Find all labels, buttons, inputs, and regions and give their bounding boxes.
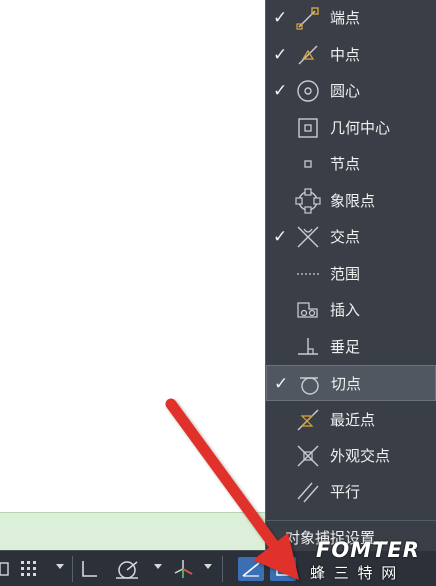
status-separator (72, 556, 73, 582)
check-icon: ✓ (273, 227, 288, 247)
nearest-icon (297, 409, 319, 431)
tangent-icon (300, 377, 319, 395)
check-icon: ✓ (273, 81, 288, 101)
grid-dropdown-icon[interactable] (56, 564, 64, 569)
menu-item-label: 中点 (330, 46, 361, 64)
status-bar (0, 550, 436, 586)
menu-item-apparent-intersection[interactable]: 外观交点 (266, 438, 436, 474)
isodraft-icon[interactable] (172, 557, 194, 581)
menu-item-endpoint[interactable]: ✓ 端点 (266, 0, 436, 36)
menu-item-parallel[interactable]: 平行 (266, 474, 436, 510)
menu-item-center[interactable]: ✓ 圆心 (266, 73, 436, 109)
quadrant-icon (295, 188, 321, 214)
model-space-icon[interactable] (0, 557, 12, 581)
center-icon (297, 80, 319, 102)
menu-item-insertion[interactable]: 插入 (266, 292, 436, 328)
apparent-intersection-icon (297, 445, 319, 467)
menu-item-label: 象限点 (330, 192, 376, 210)
object-snap-settings-item[interactable]: 对象捕捉设置... (266, 520, 436, 551)
insertion-icon (297, 302, 318, 318)
menu-item-label: 插入 (330, 301, 361, 319)
menu-item-tangent[interactable]: ✓ 切点 (266, 365, 436, 401)
check-icon: ✓ (274, 374, 289, 394)
endpoint-icon (296, 7, 319, 30)
object-snap-settings-label: 对象捕捉设置... (285, 529, 390, 547)
menu-item-nearest[interactable]: 最近点 (266, 402, 436, 438)
menu-item-label: 外观交点 (330, 447, 391, 465)
object-snap-icon[interactable] (270, 557, 296, 581)
menu-item-label: 节点 (330, 155, 361, 173)
menu-item-intersection[interactable]: ✓ 交点 (266, 219, 436, 255)
menu-item-label: 圆心 (330, 82, 361, 100)
geometric-center-icon (298, 118, 318, 138)
isodraft-dropdown-icon[interactable] (204, 564, 212, 569)
ortho-icon[interactable] (78, 557, 100, 581)
polar-dropdown-icon[interactable] (154, 564, 162, 569)
check-icon: ✓ (273, 8, 288, 28)
menu-item-label: 范围 (330, 265, 361, 283)
status-separator (222, 556, 223, 582)
menu-item-label: 交点 (330, 228, 361, 246)
menu-item-label: 平行 (330, 483, 361, 501)
perpendicular-icon (298, 338, 318, 355)
menu-item-geometric-center[interactable]: 几何中心 (266, 110, 436, 146)
polar-tracking-icon[interactable] (112, 557, 142, 581)
menu-item-label: 端点 (330, 9, 361, 27)
object-snap-tracking-icon[interactable] (238, 557, 264, 581)
parallel-icon (297, 482, 319, 503)
menu-item-quadrant[interactable]: 象限点 (266, 183, 436, 219)
menu-item-label: 垂足 (330, 338, 361, 356)
intersection-icon (297, 226, 319, 248)
menu-item-node[interactable]: 节点 (266, 146, 436, 182)
menu-item-label: 最近点 (330, 411, 376, 429)
menu-item-extension[interactable]: 范围 (266, 256, 436, 292)
grid-icon[interactable] (18, 557, 40, 581)
node-icon (304, 160, 312, 168)
menu-item-perpendicular[interactable]: 垂足 (266, 329, 436, 365)
midpoint-icon (298, 45, 318, 65)
command-line[interactable] (0, 512, 265, 551)
drawing-canvas[interactable] (0, 0, 265, 512)
menu-item-label: 几何中心 (330, 119, 391, 137)
check-icon: ✓ (273, 45, 288, 65)
extension-icon (297, 273, 319, 275)
menu-item-midpoint[interactable]: ✓ 中点 (266, 37, 436, 73)
menu-item-label: 切点 (331, 375, 362, 393)
object-snap-menu: ✓ 端点 ✓ 中点 ✓ 圆心 几何中心 节点 象限点 ✓ 交点 范围 插入 垂足… (265, 0, 436, 551)
